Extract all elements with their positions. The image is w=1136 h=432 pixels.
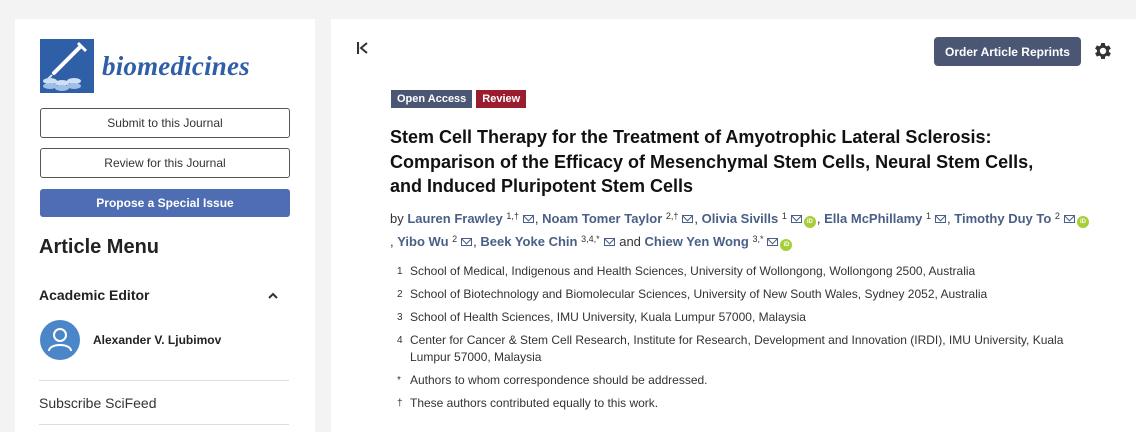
submit-to-journal-button[interactable]: Submit to this Journal (40, 108, 290, 138)
author-affiliation-marker: 2,† (665, 211, 679, 221)
author-name[interactable]: Chiew Yen Wong (645, 234, 749, 249)
chevron-up-icon (267, 288, 279, 302)
affiliation-list: 1 School of Medical, Indigenous and Healt… (397, 263, 1077, 418)
article-menu-title: Article Menu (39, 236, 160, 258)
article-badges: Open Access Review (391, 90, 527, 108)
author-affiliation-marker: 3,* (752, 234, 764, 244)
gear-icon[interactable] (1092, 40, 1114, 62)
academic-editor[interactable]: Alexander V. Ljubimov (40, 320, 221, 360)
envelope-icon[interactable] (682, 215, 694, 223)
academic-editor-label: Academic Editor (39, 287, 150, 303)
author-name[interactable]: Beek Yoke Chin (480, 234, 577, 249)
affiliation-text: School of Health Sciences, IMU Universit… (410, 310, 806, 324)
affiliation-text: School of Biotechnology and Biomolecular… (410, 287, 988, 301)
journal-name: biomedicines (102, 50, 250, 81)
envelope-icon[interactable] (1063, 215, 1075, 223)
envelope-icon[interactable] (461, 238, 473, 246)
collapse-left-icon[interactable] (355, 40, 371, 61)
editor-name: Alexander V. Ljubimov (93, 333, 222, 347)
affiliation-item: 1 School of Medical, Indigenous and Healt… (397, 263, 1077, 280)
affiliation-item: 4 Center for Cancer & Stem Cell Research,… (397, 332, 1077, 366)
envelope-icon[interactable] (790, 215, 802, 223)
affiliation-text: Center for Cancer & Stem Cell Research, … (410, 333, 1064, 364)
review-badge: Review (476, 90, 527, 108)
affiliation-marker: 3 (397, 312, 403, 323)
orcid-icon[interactable]: iD (1076, 216, 1089, 228)
affiliation-item: * Authors to whom correspondence should b… (397, 372, 1077, 389)
author-name[interactable]: Lauren Frawley (407, 211, 502, 226)
author-name[interactable]: Yibo Wu (397, 234, 448, 249)
order-reprints-button[interactable]: Order Article Reprints (934, 37, 1081, 66)
affiliation-text: These authors contributed equally to thi… (410, 396, 659, 410)
author-affiliation-marker: 3,4,* (581, 234, 600, 244)
author-affiliation-marker: 2 (1054, 211, 1060, 221)
affiliation-text: School of Medical, Indigenous and Health… (410, 264, 976, 278)
affiliation-item: 3 School of Health Sciences, IMU Universi… (397, 309, 1077, 326)
envelope-icon[interactable] (522, 215, 534, 223)
envelope-icon[interactable] (767, 238, 779, 246)
author-name[interactable]: Olivia Sivills (702, 211, 779, 226)
affiliation-marker: † (397, 398, 403, 409)
author-affiliation-marker: 1,† (506, 211, 519, 221)
affiliation-item: 2 School of Biotechnology and Biomolecula… (397, 286, 1077, 303)
affiliation-marker: * (397, 375, 401, 386)
orcid-icon[interactable]: iD (803, 216, 816, 228)
review-for-journal-button[interactable]: Review for this Journal (40, 148, 290, 178)
sidebar: biomedicines Submit to this Journal Revi… (15, 19, 315, 432)
journal-logo-icon (40, 39, 94, 93)
envelope-icon[interactable] (603, 238, 615, 246)
author-name[interactable]: Timothy Duy To (954, 211, 1051, 226)
subscribe-scifeed-link[interactable]: Subscribe SciFeed (39, 395, 157, 411)
journal-logo[interactable]: biomedicines (40, 39, 250, 93)
affiliation-text: Authors to whom correspondence should be… (410, 373, 708, 387)
affiliation-marker: 1 (397, 266, 403, 277)
article-panel: Order Article Reprints Open Access Revie… (331, 19, 1136, 432)
and-label: and (619, 234, 641, 249)
article-title: Stem Cell Therapy for the Treatment of A… (390, 127, 1034, 196)
open-access-badge[interactable]: Open Access (391, 90, 473, 108)
divider (39, 380, 289, 381)
envelope-icon[interactable] (935, 215, 947, 223)
author-list: by Lauren Frawley 1,†, Noam Tomer Taylor… (390, 206, 1090, 252)
author-name[interactable]: Noam Tomer Taylor (542, 211, 662, 226)
affiliation-marker: 4 (397, 335, 403, 346)
orcid-icon[interactable]: iD (780, 239, 793, 251)
author-affiliation-marker: 2 (452, 234, 458, 244)
author-affiliation-marker: 1 (926, 211, 932, 221)
divider (39, 424, 289, 425)
propose-special-issue-button[interactable]: Propose a Special Issue (40, 189, 290, 217)
affiliation-item: † These authors contributed equally to th… (397, 395, 1077, 412)
academic-editor-toggle[interactable]: Academic Editor (39, 287, 279, 303)
affiliation-marker: 2 (397, 289, 403, 300)
user-avatar-icon (40, 320, 80, 360)
author-name[interactable]: Ella McPhillamy (824, 211, 922, 226)
by-label: by (390, 211, 404, 226)
author-affiliation-marker: 1 (781, 211, 787, 221)
